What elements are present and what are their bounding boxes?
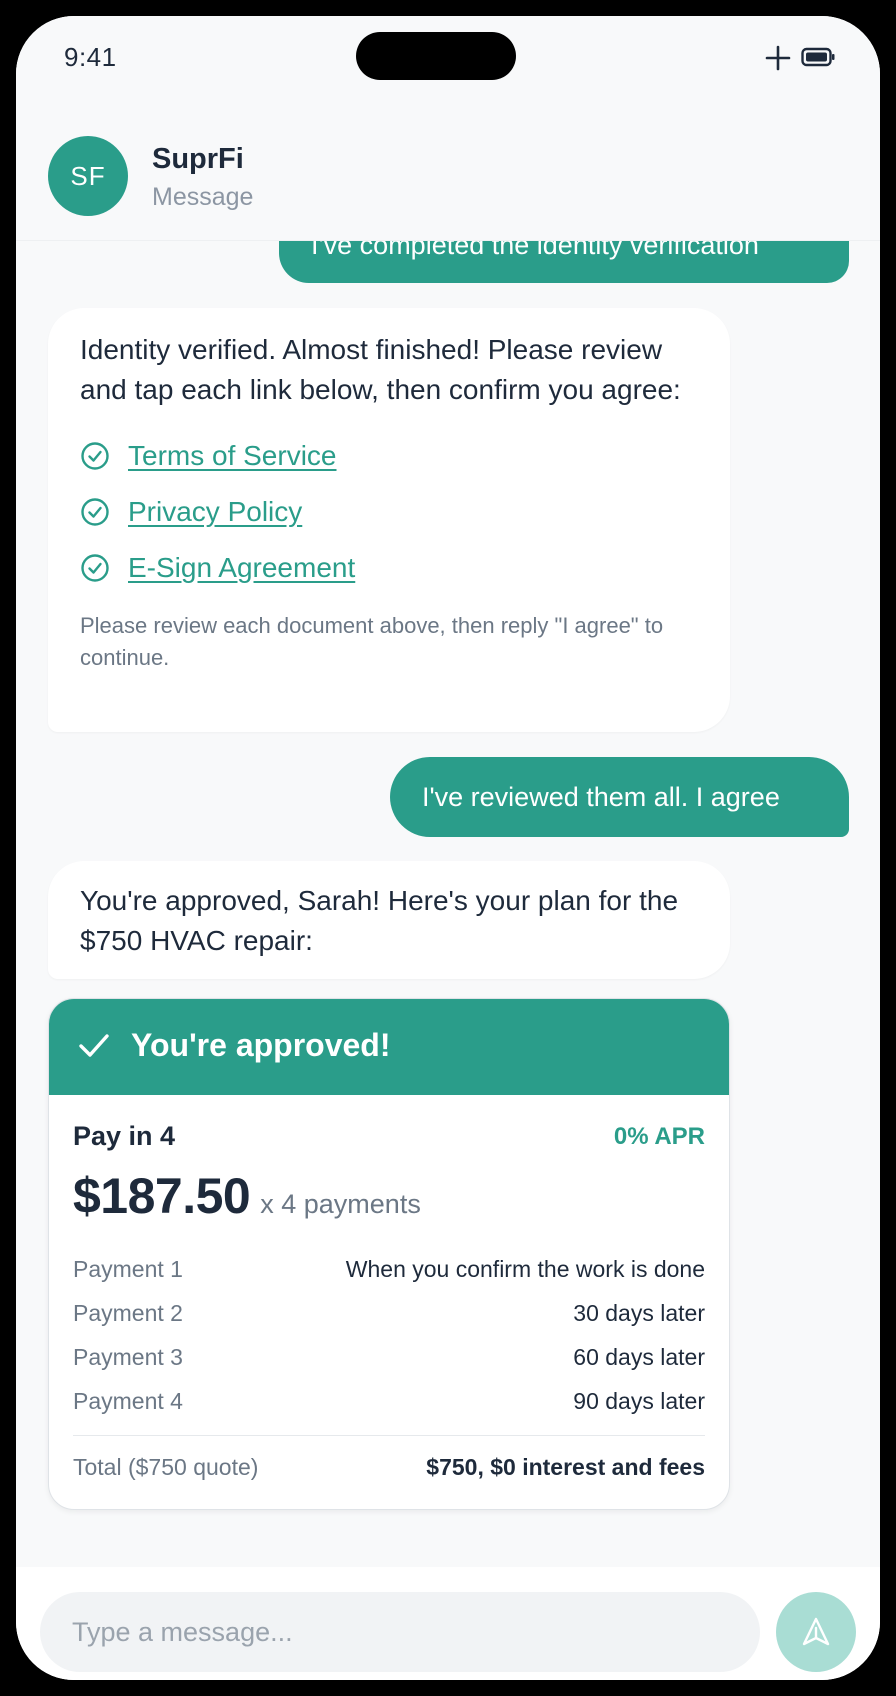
payment-schedule: Payment 1 When you confirm the work is d… — [73, 1247, 705, 1423]
document-item-terms: Terms of Service — [80, 428, 698, 484]
check-circle-icon — [81, 498, 109, 526]
verification-text: Identity verified. Almost finished! Plea… — [80, 334, 681, 405]
terms-of-service-link[interactable]: Terms of Service — [128, 440, 337, 472]
plan-name: Pay in 4 — [73, 1121, 176, 1151]
total-value: $750, $0 interest and fees — [426, 1454, 705, 1480]
apr-badge: 0% APR — [613, 1123, 705, 1150]
screen: 9:41 SF SuprFi Message I've completed th… — [16, 16, 880, 1680]
checkmark-icon — [79, 1034, 109, 1057]
schedule-label: Payment 4 — [73, 1387, 183, 1414]
contact-name: SuprFi — [152, 143, 244, 175]
phone-frame: 9:41 SF SuprFi Message I've completed th… — [0, 0, 896, 1696]
message-list[interactable]: I've completed the identity verification… — [16, 241, 880, 1567]
schedule-value: When you confirm the work is done — [345, 1255, 705, 1282]
contact-subtitle: Message — [152, 183, 254, 211]
outgoing-message-identity: I've completed the identity verification — [279, 241, 849, 283]
approval-card-title: You're approved! — [131, 1027, 391, 1063]
schedule-row: Payment 4 90 days later — [73, 1379, 705, 1423]
payment-amount: $187.50 — [73, 1168, 251, 1224]
schedule-row: Payment 2 30 days later — [73, 1291, 705, 1335]
check-circle-icon — [81, 442, 109, 470]
schedule-row: Payment 3 60 days later — [73, 1335, 705, 1379]
document-item-privacy: Privacy Policy — [80, 484, 698, 540]
privacy-policy-link[interactable]: Privacy Policy — [128, 496, 302, 528]
message-input[interactable] — [40, 1592, 760, 1672]
payment-count: x 4 payments — [260, 1189, 421, 1219]
amount-row: $187.50 x 4 payments — [73, 1167, 421, 1225]
approval-text: You're approved, Sarah! Here's your plan… — [80, 885, 679, 956]
approval-card: You're approved! Pay in 4 0% APR $187.50… — [48, 998, 730, 1510]
total-label: Total ($750 quote) — [73, 1454, 259, 1480]
schedule-row: Payment 1 When you confirm the work is d… — [73, 1247, 705, 1291]
schedule-value: 60 days later — [573, 1343, 705, 1370]
verification-note: Please review each document above, then … — [80, 613, 664, 670]
composer — [16, 1567, 880, 1680]
chat-header: SF SuprFi Message — [16, 111, 880, 241]
send-icon — [802, 1617, 830, 1646]
schedule-label: Payment 1 — [73, 1255, 183, 1282]
incoming-message-approval: You're approved, Sarah! Here's your plan… — [48, 861, 730, 979]
schedule-value: 30 days later — [573, 1299, 705, 1326]
schedule-label: Payment 3 — [73, 1343, 183, 1370]
battery-icon — [801, 47, 835, 67]
card-divider — [73, 1435, 705, 1436]
schedule-label: Payment 2 — [73, 1299, 183, 1326]
e-sign-agreement-link[interactable]: E-Sign Agreement — [128, 552, 355, 584]
document-item-esign: E-Sign Agreement — [80, 540, 698, 596]
dynamic-island — [356, 32, 516, 80]
approval-card-header: You're approved! — [49, 999, 729, 1095]
status-bar: 9:41 — [16, 16, 880, 111]
status-time: 9:41 — [64, 42, 117, 72]
document-list: Terms of Service Privacy Policy E-Sign A… — [80, 428, 698, 596]
incoming-message-verification: Identity verified. Almost finished! Plea… — [48, 308, 730, 732]
outgoing-message-agree: I've reviewed them all. I agree — [390, 757, 849, 837]
schedule-value: 90 days later — [573, 1387, 705, 1414]
send-button[interactable] — [776, 1592, 856, 1672]
avatar: SF — [48, 136, 128, 216]
check-circle-icon — [81, 554, 109, 582]
plus-icon — [765, 45, 791, 71]
